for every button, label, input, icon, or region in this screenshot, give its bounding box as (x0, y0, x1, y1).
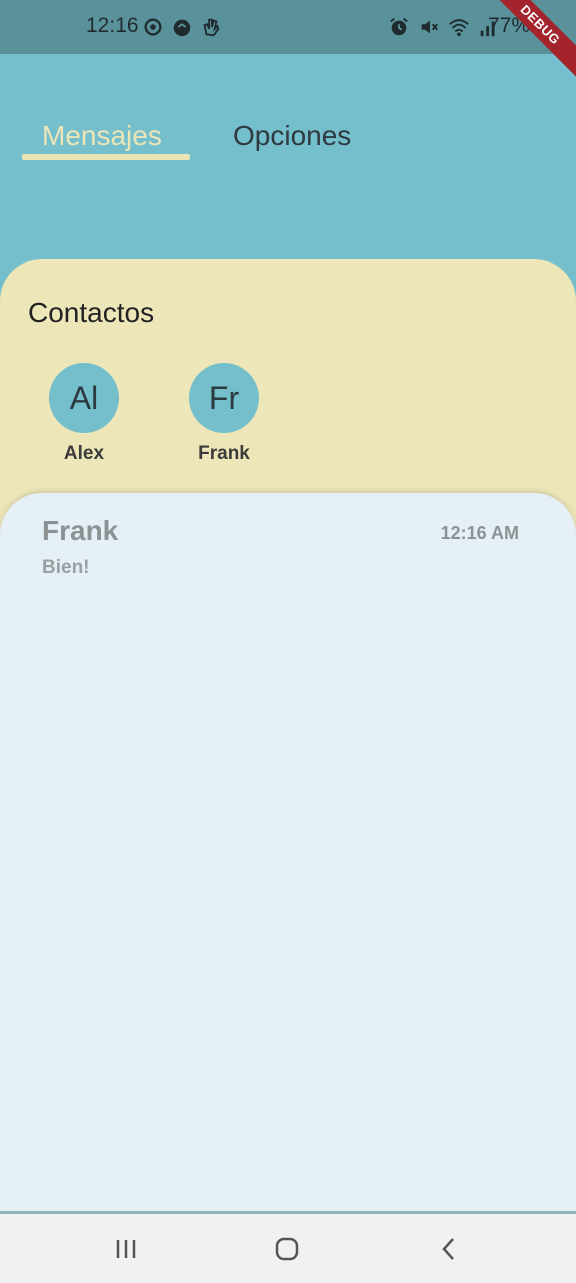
contacts-title: Contactos (28, 297, 155, 328)
avatar: Fr (189, 363, 259, 433)
tab-bar: Mensajes Opciones (0, 100, 576, 170)
app-icon (173, 19, 191, 37)
message-time: 12:16 AM (440, 523, 519, 543)
status-right-icons (388, 16, 500, 38)
message-preview: Bien! (42, 557, 90, 578)
tab-opciones[interactable]: Opciones (233, 120, 351, 152)
messages-panel: Frank 12:16 AM Bien! (0, 493, 576, 1211)
wifi-icon (449, 19, 469, 37)
status-bar: 12:16 77% DEBUG (0, 0, 576, 90)
hand-icon (203, 18, 220, 37)
contact-name: Frank (198, 443, 250, 464)
tab-mensajes[interactable]: Mensajes (42, 120, 162, 152)
contact-name: Alex (63, 443, 105, 464)
home-icon[interactable] (272, 1234, 302, 1264)
sync-icon (144, 18, 162, 36)
message-sender: Frank (42, 515, 119, 546)
contact-frank[interactable]: Fr Frank (179, 363, 269, 465)
message-row[interactable]: Frank 12:16 AM Bien! (0, 493, 576, 593)
alarm-icon (390, 18, 408, 36)
status-left-icons (142, 16, 222, 38)
system-nav-bar (0, 1211, 576, 1283)
back-icon[interactable] (434, 1234, 464, 1264)
tab-indicator (22, 154, 190, 160)
status-time: 12:16 (86, 14, 139, 37)
contact-alex[interactable]: Al Alex (39, 363, 129, 465)
avatar: Al (49, 363, 119, 433)
recent-apps-icon[interactable] (111, 1234, 141, 1264)
mute-icon (421, 20, 438, 34)
